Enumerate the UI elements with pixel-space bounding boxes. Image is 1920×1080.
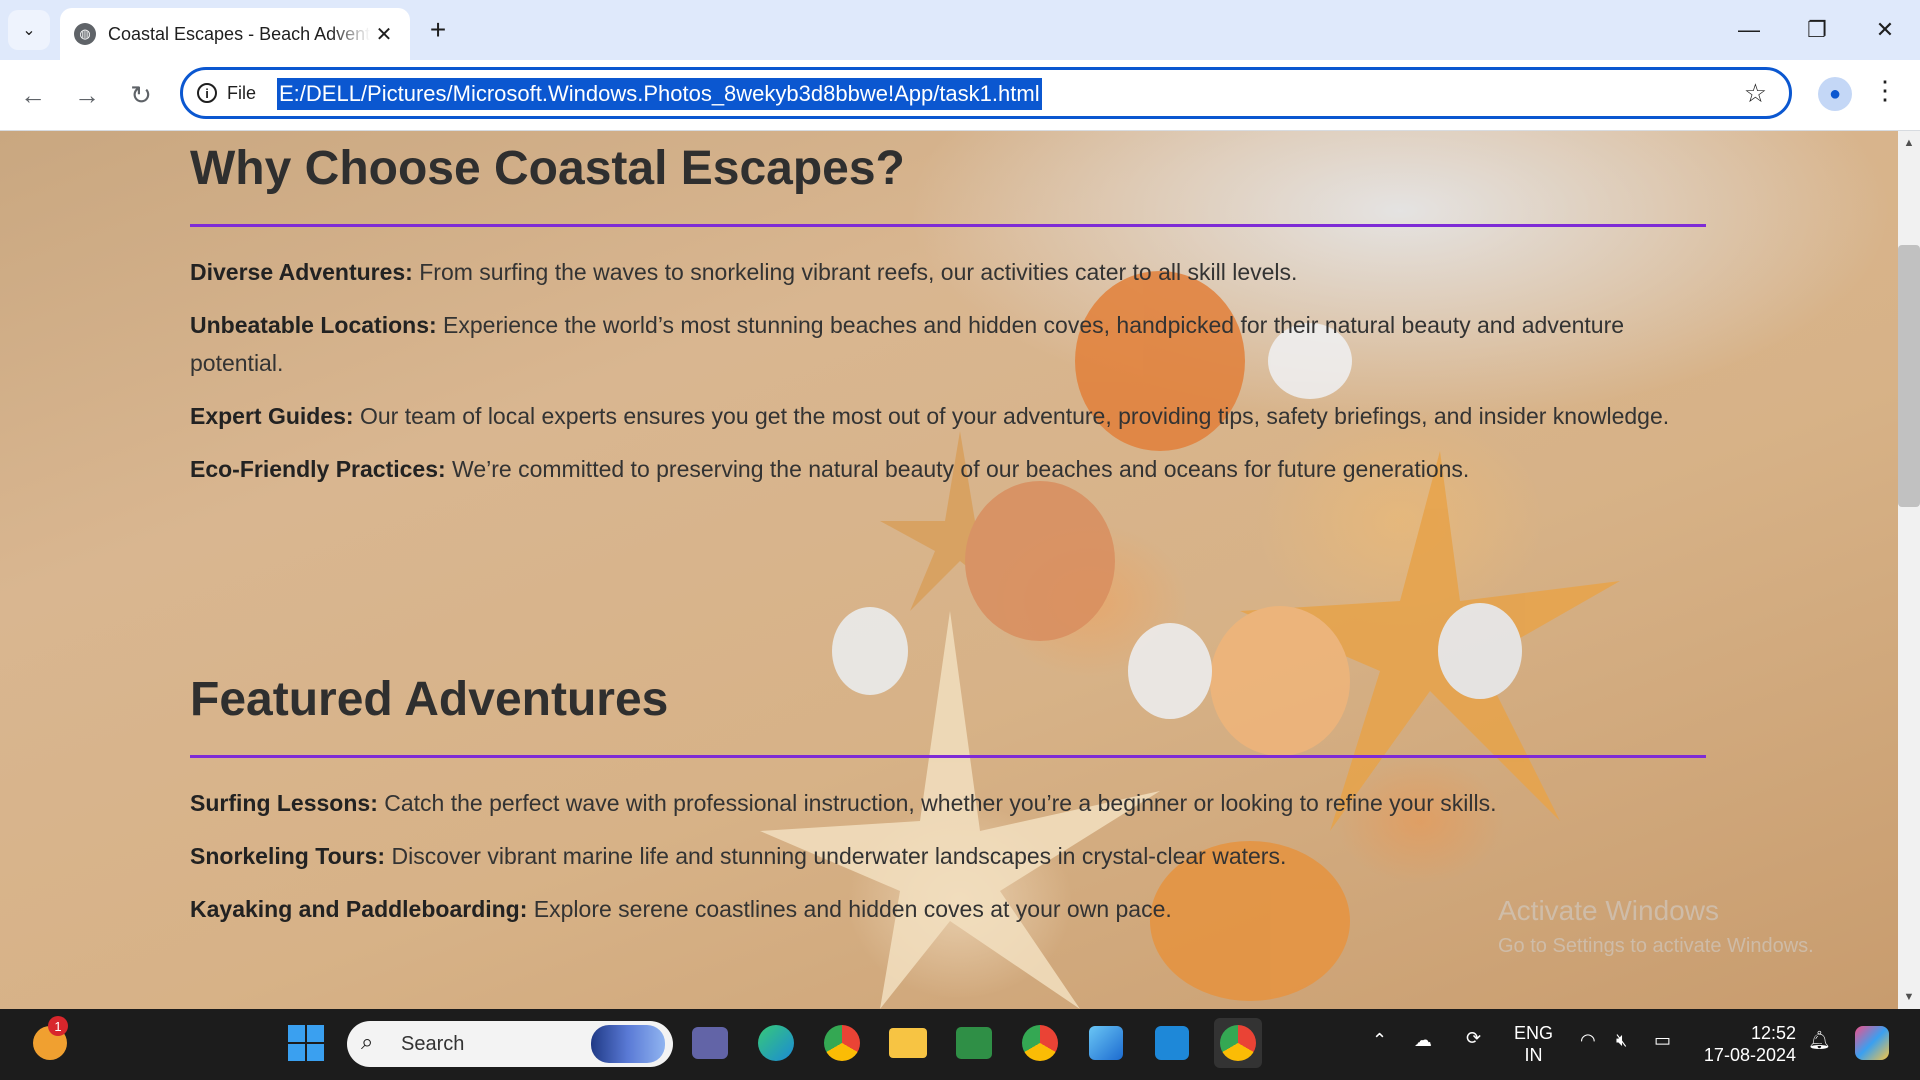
list-item: Surfing Lessons: Catch the perfect wave … — [190, 784, 1706, 822]
windows-logo-icon — [288, 1025, 324, 1061]
mute-icon[interactable]: 🔇︎ — [1616, 1030, 1627, 1051]
teams-icon[interactable] — [686, 1018, 734, 1068]
chevron-up-icon[interactable]: ⌃ — [1372, 1030, 1387, 1051]
item-term: Diverse Adventures: — [190, 259, 413, 285]
section-heading: Featured Adventures — [190, 673, 669, 726]
item-text: We’re committed to preserving the natura… — [445, 456, 1470, 482]
info-icon[interactable]: i — [197, 83, 217, 103]
bookmark-star-icon[interactable]: ☆ — [1744, 78, 1767, 109]
language-label: ENG — [1514, 1023, 1554, 1043]
copilot-icon[interactable] — [1848, 1018, 1896, 1068]
notification-badge: 1 — [48, 1016, 68, 1036]
item-text: Our team of local experts ensures you ge… — [353, 403, 1670, 429]
item-term: Unbeatable Locations: — [190, 312, 437, 338]
toolbar: ← → ↻ i File E:/DELL/Pictures/Microsoft.… — [0, 60, 1920, 131]
why-choose-section: Why Choose Coastal Escapes? Diverse Adve… — [190, 131, 1706, 488]
tab-title: Coastal Escapes - Beach Adventures — [108, 23, 370, 44]
search-placeholder: Search — [401, 1033, 465, 1055]
list-item: Unbeatable Locations: Experience the wor… — [190, 306, 1706, 382]
chevron-down-icon: ⌄ — [22, 22, 36, 39]
wifi-icon[interactable]: ◠ — [1580, 1030, 1596, 1051]
featured-adventures-section: Featured Adventures Surfing Lessons: Cat… — [190, 672, 1706, 928]
item-text: From surfing the waves to snorkeling vib… — [412, 259, 1298, 285]
meet-icon[interactable] — [950, 1018, 998, 1068]
list-item: Kayaking and Paddleboarding: Explore ser… — [190, 890, 1706, 928]
vscode-icon[interactable] — [1148, 1018, 1196, 1068]
heading-divider — [190, 755, 1706, 758]
chrome-active-icon[interactable] — [1214, 1018, 1262, 1068]
restore-button[interactable]: ❐ — [1784, 8, 1850, 52]
clock-date: 17-08-2024 — [1703, 1045, 1796, 1065]
browser-chrome: ⌄ ◍ Coastal Escapes - Beach Adventures ✕… — [0, 0, 1920, 131]
taskbar-search[interactable]: ⌕ Search — [347, 1021, 673, 1067]
list-item: Eco-Friendly Practices: We’re committed … — [190, 450, 1706, 488]
item-term: Kayaking and Paddleboarding: — [190, 896, 528, 922]
new-tab-button[interactable]: + — [420, 12, 456, 48]
close-tab-icon[interactable]: ✕ — [370, 20, 398, 48]
activate-windows-title: Activate Windows — [1498, 895, 1719, 926]
forward-button[interactable]: → — [66, 74, 108, 116]
back-button[interactable]: ← — [12, 74, 54, 116]
item-term: Surfing Lessons: — [190, 790, 378, 816]
sync-icon[interactable]: ⟳ — [1466, 1028, 1481, 1049]
chrome-icon[interactable] — [818, 1018, 866, 1068]
search-highlight-image — [591, 1025, 665, 1063]
list-item: Diverse Adventures: From surfing the wav… — [190, 253, 1706, 291]
heading-divider — [190, 224, 1706, 227]
region-label: IN — [1524, 1045, 1543, 1065]
scroll-up-arrow[interactable]: ▲ — [1898, 133, 1920, 153]
page-viewport: Why Choose Coastal Escapes? Diverse Adve… — [0, 131, 1898, 1009]
globe-icon: ◍ — [74, 23, 96, 45]
start-button[interactable] — [282, 1018, 330, 1068]
item-text: Catch the perfect wave with professional… — [377, 790, 1497, 816]
clock[interactable]: 12:52 17-08-2024 — [1700, 1022, 1796, 1066]
minimize-button[interactable]: — — [1716, 8, 1782, 52]
scrollbar-thumb[interactable] — [1898, 245, 1920, 507]
notification-bell-icon[interactable]: 🔔︎ — [1808, 1030, 1831, 1051]
search-icon: ⌕ — [361, 1029, 374, 1054]
file-scheme-label: File — [227, 83, 257, 103]
section-heading: Why Choose Coastal Escapes? — [190, 142, 905, 195]
item-term: Expert Guides: — [190, 403, 354, 429]
clock-time: 12:52 — [1750, 1023, 1796, 1043]
item-text: Discover vibrant marine life and stunnin… — [385, 843, 1287, 869]
item-term: Snorkeling Tours: — [190, 843, 386, 869]
battery-icon[interactable]: ▭ — [1654, 1030, 1671, 1051]
list-item: Expert Guides: Our team of local experts… — [190, 397, 1706, 435]
onedrive-icon[interactable]: ☁ — [1414, 1030, 1432, 1051]
chrome-profile-icon[interactable] — [1016, 1018, 1064, 1068]
tab-active[interactable]: ◍ Coastal Escapes - Beach Adventures ✕ — [60, 8, 410, 60]
reload-icon: ↻ — [130, 79, 152, 110]
scroll-down-arrow[interactable]: ▼ — [1898, 987, 1920, 1007]
list-item: Snorkeling Tours: Discover vibrant marin… — [190, 837, 1706, 875]
main-content: Why Choose Coastal Escapes? Diverse Adve… — [190, 131, 1706, 943]
profile-avatar[interactable]: ● — [1818, 77, 1852, 111]
language-indicator[interactable]: ENG IN — [1514, 1022, 1553, 1066]
photos-icon[interactable] — [1082, 1018, 1130, 1068]
activate-windows-subtitle: Go to Settings to activate Windows. — [1498, 935, 1814, 957]
tab-search-button[interactable]: ⌄ — [8, 10, 50, 50]
url-text[interactable]: E:/DELL/Pictures/Microsoft.Windows.Photo… — [277, 78, 1042, 110]
close-window-button[interactable]: ✕ — [1852, 8, 1918, 52]
file-explorer-icon[interactable] — [884, 1018, 932, 1068]
edge-icon[interactable] — [752, 1018, 800, 1068]
arrow-left-icon: ← — [20, 79, 46, 110]
more-menu-icon[interactable]: ⋮ — [1872, 75, 1898, 106]
item-term: Eco-Friendly Practices: — [190, 456, 446, 482]
person-icon: ● — [1828, 82, 1842, 105]
weather-widget[interactable]: 1 — [26, 1016, 74, 1068]
address-bar[interactable]: i File E:/DELL/Pictures/Microsoft.Window… — [180, 67, 1792, 119]
reload-button[interactable]: ↻ — [120, 74, 162, 116]
item-text: Explore serene coastlines and hidden cov… — [527, 896, 1172, 922]
tab-strip: ⌄ ◍ Coastal Escapes - Beach Adventures ✕… — [0, 0, 1920, 60]
arrow-right-icon: → — [74, 79, 100, 110]
